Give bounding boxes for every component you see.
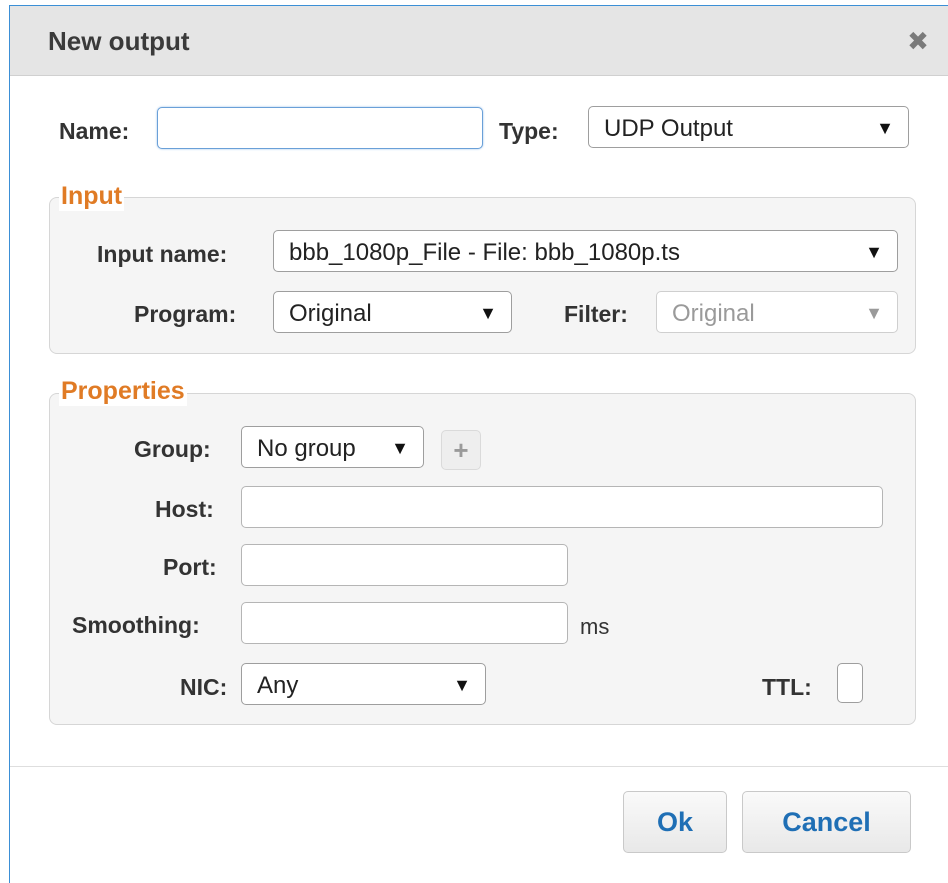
- type-select[interactable]: UDP Output ▼: [588, 106, 909, 148]
- input-name-select[interactable]: bbb_1080p_File - File: bbb_1080p.ts ▼: [273, 230, 898, 272]
- host-input[interactable]: [241, 486, 883, 528]
- smoothing-label: Smoothing:: [72, 612, 200, 638]
- port-input[interactable]: [241, 544, 568, 586]
- program-label: Program:: [134, 301, 237, 327]
- ttl-label: TTL:: [762, 674, 812, 700]
- name-input[interactable]: [157, 107, 483, 149]
- name-label: Name:: [59, 118, 130, 144]
- input-name-label: Input name:: [97, 241, 228, 267]
- new-output-dialog: New output ✖ Name: Type: UDP Output ▼ In…: [9, 5, 948, 883]
- group-select[interactable]: No group ▼: [241, 426, 424, 468]
- filter-select: Original ▼: [656, 291, 898, 333]
- filter-label: Filter:: [564, 301, 628, 327]
- dialog-titlebar: New output ✖: [10, 6, 948, 76]
- smoothing-input[interactable]: [241, 602, 568, 644]
- chevron-down-icon: ▼: [865, 242, 883, 262]
- port-label: Port:: [163, 554, 217, 580]
- add-group-button[interactable]: +: [441, 430, 481, 470]
- ok-button[interactable]: Ok: [623, 791, 727, 853]
- input-section-legend: Input: [59, 182, 125, 211]
- type-select-value: UDP Output: [604, 115, 733, 142]
- input-name-select-value: bbb_1080p_File - File: bbb_1080p.ts: [289, 239, 680, 266]
- type-label: Type:: [499, 118, 559, 144]
- filter-select-value: Original: [672, 300, 755, 327]
- nic-select[interactable]: Any ▼: [241, 663, 486, 705]
- smoothing-unit: ms: [580, 614, 610, 639]
- nic-label: NIC:: [180, 674, 228, 700]
- close-icon[interactable]: ✖: [903, 26, 933, 56]
- chevron-down-icon: ▼: [479, 303, 497, 323]
- chevron-down-icon: ▼: [391, 438, 409, 458]
- nic-select-value: Any: [257, 672, 299, 699]
- program-select[interactable]: Original ▼: [273, 291, 512, 333]
- group-select-value: No group: [257, 435, 356, 462]
- host-label: Host:: [155, 496, 214, 522]
- cancel-button[interactable]: Cancel: [742, 791, 911, 853]
- dialog-title: New output: [48, 26, 190, 56]
- program-select-value: Original: [289, 300, 372, 327]
- ttl-input[interactable]: [837, 663, 863, 703]
- footer-divider: [10, 766, 948, 767]
- chevron-down-icon: ▼: [453, 675, 471, 695]
- chevron-down-icon: ▼: [865, 303, 883, 323]
- plus-icon: +: [453, 435, 469, 465]
- chevron-down-icon: ▼: [876, 118, 894, 138]
- properties-section-legend: Properties: [59, 377, 187, 406]
- group-label: Group:: [134, 436, 211, 462]
